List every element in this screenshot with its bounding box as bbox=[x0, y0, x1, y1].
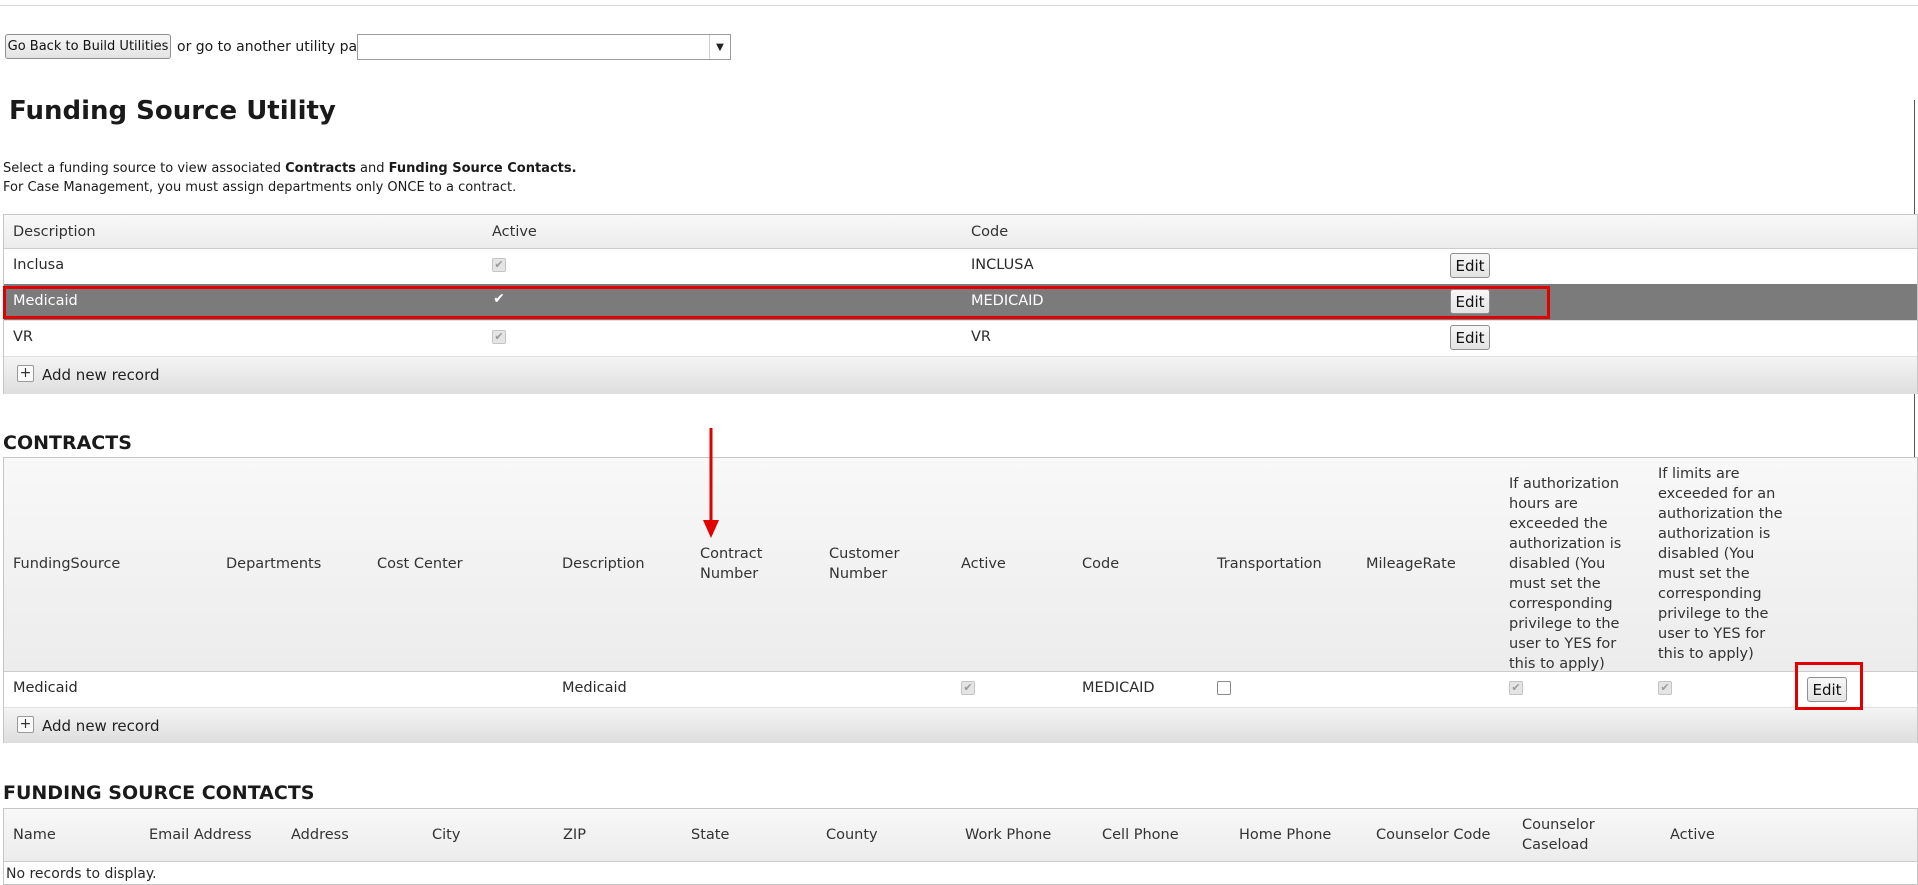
active-checkbox: ✔ bbox=[492, 330, 506, 344]
goto-utility-label: or go to another utility page: bbox=[177, 39, 380, 55]
col-header-description[interactable]: Description bbox=[13, 222, 96, 242]
col-header-customer-number[interactable]: Customer Number bbox=[829, 544, 909, 584]
col-header-cost-center[interactable]: Cost Center bbox=[377, 554, 463, 574]
transportation-checkbox bbox=[1217, 681, 1231, 695]
edit-button[interactable]: Edit bbox=[1450, 289, 1490, 314]
grid-header: FundingSource Departments Cost Center De… bbox=[4, 458, 1917, 672]
auth-hours-checkbox: ✔ bbox=[1509, 681, 1523, 695]
top-border bbox=[0, 0, 1918, 6]
col-header-counselor-code[interactable]: Counselor Code bbox=[1376, 825, 1490, 845]
contracts-title: CONTRACTS bbox=[3, 432, 132, 454]
annotation-arrow-icon bbox=[703, 428, 719, 538]
col-header-home-phone[interactable]: Home Phone bbox=[1239, 825, 1331, 845]
go-back-button[interactable]: Go Back to Build Utilities bbox=[5, 34, 171, 59]
col-header-active[interactable]: Active bbox=[961, 554, 1006, 574]
grid-header: Description Active Code bbox=[4, 215, 1917, 249]
row-code: INCLUSA bbox=[971, 257, 1034, 273]
active-checkbox: ✔ bbox=[492, 258, 506, 272]
col-header-state[interactable]: State bbox=[691, 825, 729, 845]
add-record-button[interactable]: + bbox=[17, 716, 34, 733]
utility-page-select[interactable]: ▼ bbox=[357, 34, 731, 60]
grid-footer: + Add new record bbox=[4, 708, 1917, 743]
col-header-code[interactable]: Code bbox=[971, 222, 1008, 242]
col-header-code[interactable]: Code bbox=[1082, 554, 1119, 574]
page-title: Funding Source Utility bbox=[9, 96, 336, 126]
funding-row-inclusa[interactable]: Inclusa ✔ INCLUSA Edit bbox=[4, 248, 1917, 285]
intro-text: Select a funding source to view associat… bbox=[3, 161, 577, 176]
col-header-cell-phone[interactable]: Cell Phone bbox=[1102, 825, 1179, 845]
col-header-description[interactable]: Description bbox=[562, 554, 645, 574]
add-record-label[interactable]: Add new record bbox=[42, 366, 160, 384]
col-header-active[interactable]: Active bbox=[1670, 825, 1715, 845]
edit-button[interactable]: Edit bbox=[1807, 677, 1847, 702]
funding-row-medicaid[interactable]: Medicaid ✔ MEDICAID Edit bbox=[4, 284, 1917, 321]
funding-source-grid: Description Active Code Inclusa ✔ INCLUS… bbox=[3, 214, 1918, 394]
empty-message: No records to display. bbox=[6, 866, 157, 882]
row-funding-source: Medicaid bbox=[13, 680, 78, 696]
row-description: VR bbox=[13, 329, 33, 345]
funding-row-vr[interactable]: VR ✔ VR Edit bbox=[4, 320, 1917, 357]
row-description: Medicaid bbox=[562, 680, 627, 696]
col-header-email[interactable]: Email Address bbox=[149, 825, 252, 845]
col-header-counselor-caseload[interactable]: Counselor Caseload bbox=[1522, 815, 1612, 855]
add-record-label[interactable]: Add new record bbox=[42, 717, 160, 735]
col-header-departments[interactable]: Departments bbox=[226, 554, 321, 574]
row-description: Inclusa bbox=[13, 257, 65, 273]
col-header-active[interactable]: Active bbox=[492, 222, 537, 242]
col-header-contract-number[interactable]: Contract Number bbox=[700, 544, 780, 584]
row-code: VR bbox=[971, 329, 991, 345]
contract-row[interactable]: Medicaid Medicaid ✔ MEDICAID ✔ ✔ Edit bbox=[4, 671, 1917, 708]
active-check-icon: ✔ bbox=[493, 291, 505, 307]
grid-header: Name Email Address Address City ZIP Stat… bbox=[4, 809, 1917, 862]
contacts-grid: Name Email Address Address City ZIP Stat… bbox=[3, 808, 1918, 885]
col-header-transportation[interactable]: Transportation bbox=[1217, 554, 1322, 574]
row-description: Medicaid bbox=[13, 293, 78, 309]
row-code: MEDICAID bbox=[971, 293, 1044, 309]
col-header-address[interactable]: Address bbox=[291, 825, 349, 845]
edit-button[interactable]: Edit bbox=[1450, 325, 1490, 350]
active-checkbox: ✔ bbox=[961, 681, 975, 695]
contracts-grid: FundingSource Departments Cost Center De… bbox=[3, 457, 1918, 743]
col-header-funding-source[interactable]: FundingSource bbox=[13, 554, 120, 574]
intro-note: For Case Management, you must assign dep… bbox=[3, 180, 517, 195]
row-code: MEDICAID bbox=[1082, 680, 1155, 696]
col-header-zip[interactable]: ZIP bbox=[563, 825, 586, 845]
contacts-title: FUNDING SOURCE CONTACTS bbox=[3, 782, 315, 804]
grid-footer: + Add new record bbox=[4, 357, 1917, 394]
col-header-limits-exceeded[interactable]: If limits are exceeded for an authorizat… bbox=[1658, 464, 1790, 664]
limits-checkbox: ✔ bbox=[1658, 681, 1672, 695]
col-header-name[interactable]: Name bbox=[13, 825, 56, 845]
col-header-county[interactable]: County bbox=[826, 825, 878, 845]
add-record-button[interactable]: + bbox=[17, 365, 34, 382]
col-header-work-phone[interactable]: Work Phone bbox=[965, 825, 1051, 845]
col-header-auth-hours-exceeded[interactable]: If authorization hours are exceeded the … bbox=[1509, 474, 1641, 674]
col-header-mileage-rate[interactable]: MileageRate bbox=[1366, 554, 1456, 574]
chevron-down-icon[interactable]: ▼ bbox=[709, 35, 730, 59]
col-header-city[interactable]: City bbox=[432, 825, 460, 845]
edit-button[interactable]: Edit bbox=[1450, 253, 1490, 278]
